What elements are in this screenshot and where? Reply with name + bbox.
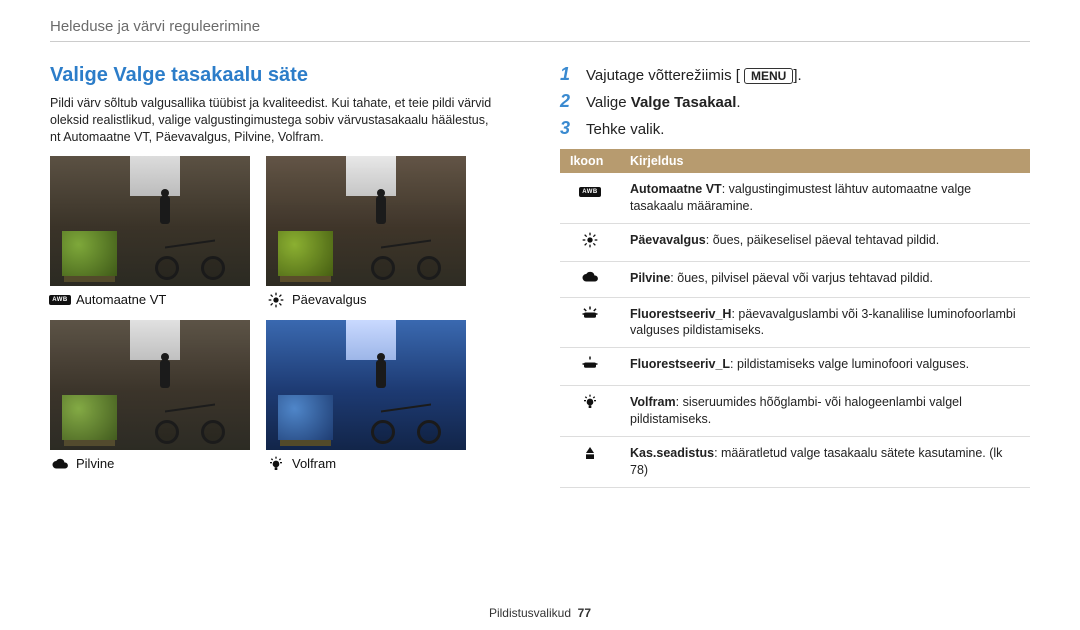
wb-thumbnails: AWB Automaatne VT Päevavalgus	[50, 156, 500, 472]
thumb-label: Volfram	[292, 456, 336, 471]
thumb-auto-wb: AWB Automaatne VT	[50, 156, 250, 308]
table-row: Kas.seadistus: määratletud valge tasakaa…	[560, 436, 1030, 487]
thumb-label: Päevavalgus	[292, 292, 366, 307]
bulb-icon	[582, 399, 598, 413]
table-row: Päevavalgus: õues, päikeselisel päeval t…	[560, 223, 1030, 261]
step-number: 2	[560, 91, 576, 112]
desc: : õues, päikeselisel päeval tehtavad pil…	[706, 233, 939, 247]
table-row: Fluorestseeriv_L: pildistamiseks valge l…	[560, 348, 1030, 386]
term: Fluorestseeriv_H	[630, 307, 731, 321]
table-row: Pilvine: õues, pilvisel päeval või varju…	[560, 261, 1030, 297]
table-row: AWB Automaatne VT: valgustingimustest lä…	[560, 173, 1030, 223]
table-row: Volfram: siseruumides hõõglambi- või hal…	[560, 386, 1030, 437]
menu-key-icon: MENU	[744, 68, 793, 84]
desc: : siseruumides hõõglambi- või halogeenla…	[630, 395, 962, 426]
term: Fluorestseeriv_L	[630, 357, 730, 371]
step-1: 1 Vajutage võtterežiimis [MENU].	[560, 64, 1030, 85]
col-icon: Ikoon	[560, 149, 620, 173]
custom-wb-icon	[582, 450, 598, 464]
page-title: Valige Valge tasakaalu säte	[50, 64, 500, 87]
breadcrumb: Heleduse ja värvi reguleerimine	[50, 18, 1030, 42]
wb-table: Ikoon Kirjeldus AWB Automaatne VT: valgu…	[560, 149, 1030, 488]
fluorescent-l-icon	[581, 361, 599, 375]
term: Pilvine	[630, 271, 670, 285]
sun-icon	[266, 292, 286, 308]
thumb-label: Automaatne VT	[76, 292, 166, 307]
table-row: Fluorestseeriv_H: päevavalguslambi või 3…	[560, 297, 1030, 348]
step-3: 3 Tehke valik.	[560, 118, 1030, 139]
bulb-icon	[266, 456, 286, 472]
step-text: ].	[793, 67, 801, 84]
thumb-tungsten: Volfram	[266, 320, 466, 472]
thumb-label: Pilvine	[76, 456, 114, 471]
step-text: Valige	[586, 94, 631, 111]
term: Volfram	[630, 395, 676, 409]
desc: : pildistamiseks valge luminofoori valgu…	[730, 357, 969, 371]
fluorescent-h-icon	[581, 311, 599, 325]
term: Kas.seadistus	[630, 446, 714, 460]
desc: : õues, pilvisel päeval või varjus tehta…	[670, 271, 933, 285]
cloud-icon	[581, 273, 599, 287]
col-desc: Kirjeldus	[620, 149, 1030, 173]
intro-text: Pildi värv sõltub valgusallika tüübist j…	[50, 95, 500, 146]
step-number: 1	[560, 64, 576, 85]
step-text: .	[736, 94, 740, 111]
term: Päevavalgus	[630, 233, 706, 247]
step-text: Vajutage võtterežiimis [	[586, 67, 740, 84]
sun-icon	[582, 237, 598, 251]
awb-icon: AWB	[579, 187, 601, 197]
thumb-daylight: Päevavalgus	[266, 156, 466, 308]
step-2: 2 Valige Valge Tasakaal.	[560, 91, 1030, 112]
page-footer: Pildistusvalikud 77	[0, 606, 1080, 620]
awb-icon: AWB	[50, 292, 70, 308]
step-bold: Valge Tasakaal	[631, 94, 737, 111]
term: Automaatne VT	[630, 182, 722, 196]
thumb-cloudy: Pilvine	[50, 320, 250, 472]
cloud-icon	[50, 456, 70, 472]
step-number: 3	[560, 118, 576, 139]
step-text: Tehke valik.	[586, 121, 664, 138]
